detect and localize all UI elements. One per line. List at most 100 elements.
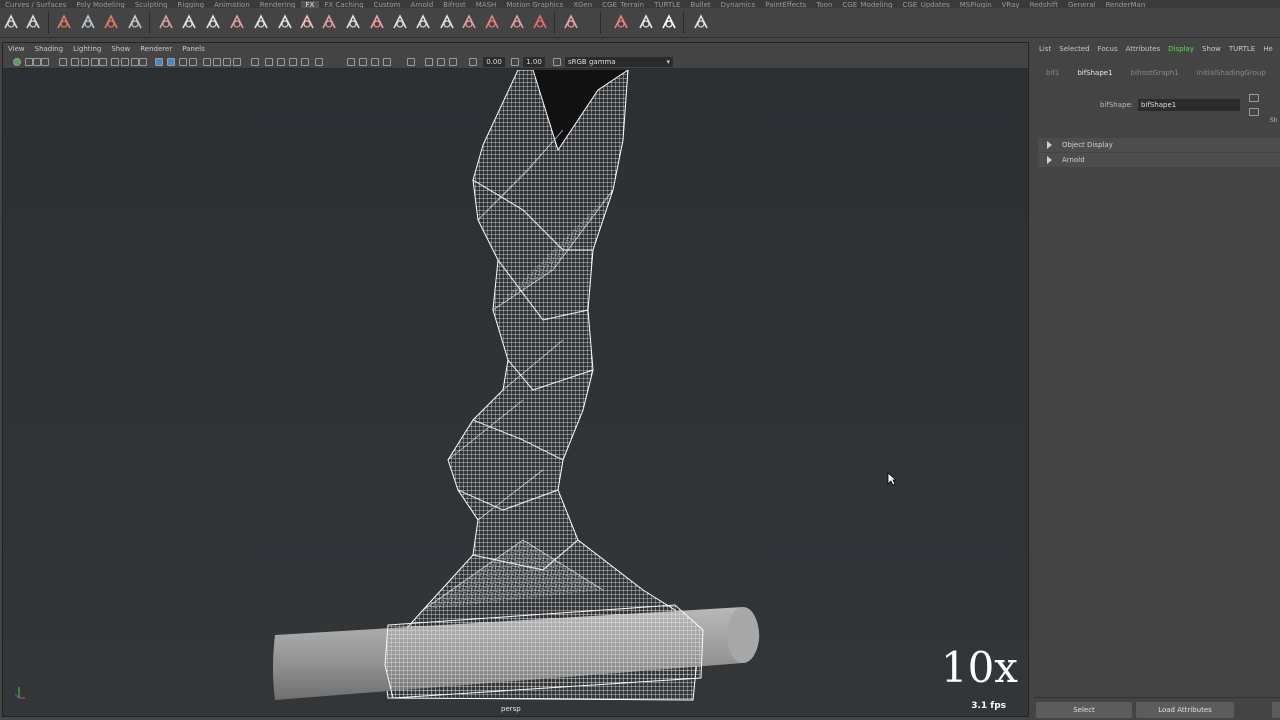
ae-menu-item[interactable]: Show [1197, 42, 1224, 56]
grid-icon[interactable] [59, 58, 67, 66]
default-material-icon[interactable] [155, 58, 163, 66]
shadows-icon[interactable] [189, 58, 197, 66]
curve-icon[interactable] [204, 13, 222, 31]
render-icon[interactable] [449, 58, 457, 66]
viewport-menu-item[interactable]: Shading [30, 43, 68, 56]
shelf-tab[interactable]: CGE_Modeling [837, 1, 897, 8]
ae-bottom-button[interactable]: Co [1272, 702, 1280, 718]
ae-menu-item[interactable]: He [1258, 42, 1276, 56]
ae-menu-item[interactable]: Attributes [1121, 42, 1164, 56]
ae-section-header[interactable]: Object Display [1038, 138, 1280, 152]
target-icon[interactable] [228, 13, 246, 31]
shelf-tab[interactable]: PaintEffects [760, 1, 811, 8]
image-plane-icon[interactable] [41, 58, 49, 66]
hair-curve-icon[interactable] [320, 13, 338, 31]
ae-menu-item[interactable]: Display [1163, 42, 1197, 56]
layers-icon[interactable] [126, 13, 144, 31]
ao-icon[interactable] [203, 58, 211, 66]
snapshot-icon[interactable] [383, 58, 391, 66]
comb-icon[interactable] [391, 13, 409, 31]
shelf-tab[interactable]: Sculpting [130, 1, 173, 8]
brush-icon[interactable] [180, 13, 198, 31]
camera-attributes-icon[interactable] [407, 58, 415, 66]
shelf-tab[interactable]: FX Caching [319, 1, 368, 8]
cut-icon[interactable] [414, 13, 432, 31]
shelf-tab[interactable]: TURTLE [649, 1, 685, 8]
hair-dynamic-icon[interactable] [344, 13, 362, 31]
gear-icon[interactable] [2, 13, 20, 31]
textured-icon[interactable] [167, 58, 175, 66]
safe-title-icon[interactable] [121, 58, 129, 66]
ae-menu-item[interactable]: List [1034, 42, 1054, 56]
shelf-tab[interactable]: RenderMan [1101, 1, 1151, 8]
field-chart-icon[interactable] [99, 58, 107, 66]
bookmark-icon[interactable] [33, 58, 41, 66]
ae-menu-item[interactable]: TURTLE [1224, 42, 1258, 56]
settings-icon[interactable] [24, 13, 42, 31]
ae-tab[interactable]: bif1 [1034, 66, 1065, 80]
cache-icon[interactable] [692, 13, 710, 31]
hair-icon[interactable] [298, 13, 316, 31]
grease-pencil-icon[interactable] [371, 58, 379, 66]
shelf-tab[interactable]: General [1063, 1, 1101, 8]
ae-tab[interactable]: bifrostGraph1 [1119, 66, 1185, 80]
xray-icon[interactable] [265, 58, 273, 66]
ae-tab[interactable]: bifShape1 [1065, 66, 1118, 80]
hud-icon[interactable] [359, 58, 367, 66]
cloth-icon[interactable] [562, 13, 580, 31]
shelf-tab[interactable]: Motion Graphics [501, 1, 568, 8]
lock-icon[interactable] [460, 13, 478, 31]
shirt-dark-icon[interactable] [637, 13, 655, 31]
shelf-tab[interactable]: Custom [369, 1, 406, 8]
shelf-tab[interactable]: FX [300, 1, 320, 8]
shelf-tab[interactable]: Arnold [406, 1, 439, 8]
shelf-tab[interactable]: Rigging [173, 1, 210, 8]
shelf-tab[interactable]: Animation [209, 1, 255, 8]
shelf-tab[interactable]: MASH [471, 1, 502, 8]
ae-tab[interactable]: initialShadingGroup [1185, 66, 1272, 80]
dof-icon[interactable] [233, 58, 241, 66]
show-button[interactable]: Sh [1270, 117, 1278, 124]
viewport-menu-item[interactable]: Renderer [135, 43, 177, 56]
ae-bottom-button[interactable]: Load Attributes [1136, 702, 1234, 718]
xray-joints-icon[interactable] [277, 58, 285, 66]
shape-name-input[interactable]: bifShape1 [1138, 99, 1240, 111]
ae-menu-item[interactable]: Selected [1054, 42, 1092, 56]
play-icon[interactable] [660, 13, 678, 31]
wireframe-icon[interactable] [131, 58, 139, 66]
ae-section-header[interactable]: Arnold [1038, 153, 1280, 167]
shelf-tab[interactable]: Dynamics [716, 1, 761, 8]
viewport-menu-item[interactable]: View [3, 43, 30, 56]
colorspace-dropdown[interactable]: sRGB gamma ▾ [565, 57, 673, 67]
cube-icon[interactable] [55, 13, 73, 31]
shirt-icon[interactable] [612, 13, 630, 31]
box-icon[interactable] [102, 13, 120, 31]
exposure-icon[interactable] [347, 58, 355, 66]
lock-camera-icon[interactable] [25, 58, 33, 66]
ramp-icon[interactable] [79, 13, 97, 31]
viewport-menu-item[interactable]: Panels [177, 43, 210, 56]
exposure-reset-icon[interactable] [469, 58, 477, 66]
shelf-tab[interactable]: Bifrost [438, 1, 471, 8]
shelf-tab[interactable]: Poly Modeling [71, 1, 129, 8]
smooth-shade-icon[interactable] [139, 58, 147, 66]
pin-icon[interactable] [483, 13, 501, 31]
ipr-icon[interactable] [437, 58, 445, 66]
field-icon[interactable] [276, 13, 294, 31]
particle-icon[interactable] [508, 13, 526, 31]
safe-action-icon[interactable] [111, 58, 119, 66]
lights-icon[interactable] [179, 58, 187, 66]
exposure-field[interactable]: 0.00 [483, 57, 505, 67]
swirl-icon[interactable] [252, 13, 270, 31]
aa-icon[interactable] [223, 58, 231, 66]
shelf-tab[interactable]: Redshift [1025, 1, 1063, 8]
shelf-tab[interactable]: Rendering [255, 1, 301, 8]
playblast-icon[interactable] [425, 58, 433, 66]
backface-icon[interactable] [301, 58, 309, 66]
viewport-menu-item[interactable]: Show [106, 43, 135, 56]
shelf-tab[interactable]: Toon [811, 1, 837, 8]
motion-blur-icon[interactable] [213, 58, 221, 66]
shelf-tab[interactable]: CGE_Updates [897, 1, 954, 8]
xray-components-icon[interactable] [289, 58, 297, 66]
colorspace-icon[interactable] [553, 58, 561, 66]
